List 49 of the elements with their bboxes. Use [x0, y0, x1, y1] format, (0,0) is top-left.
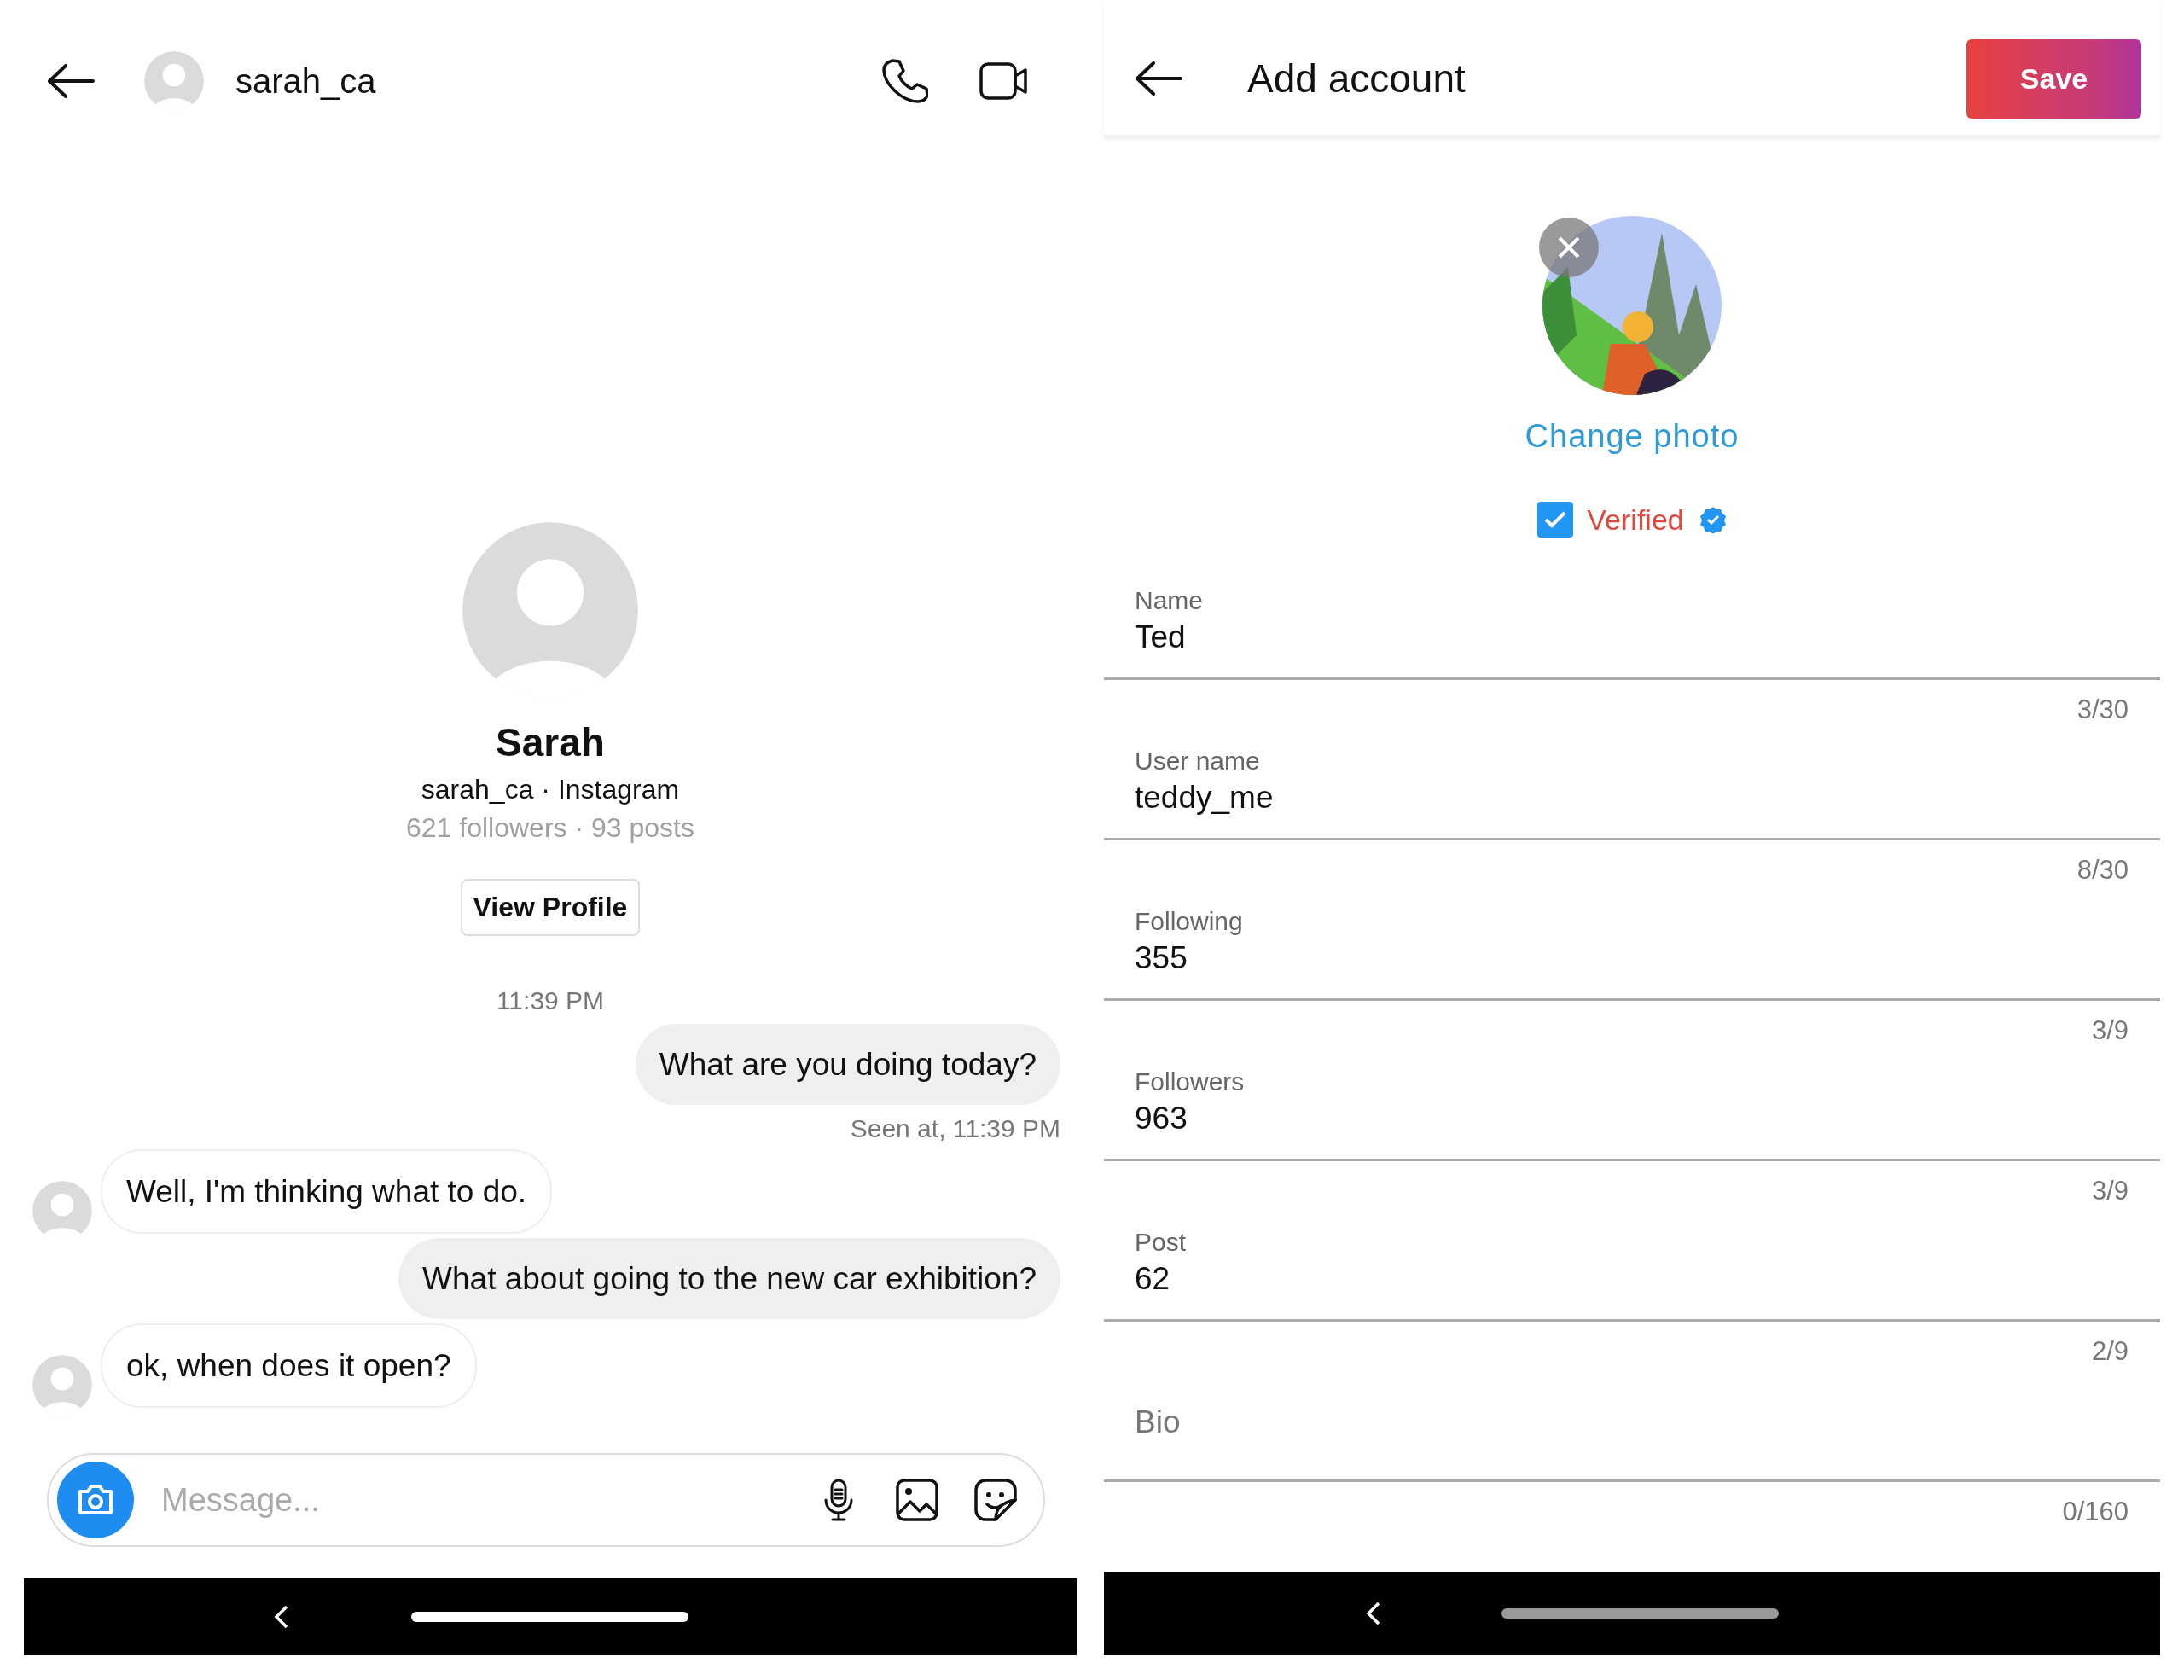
character-counter: 3/9 [2091, 1014, 2129, 1047]
sender-avatar [32, 1181, 92, 1241]
verified-label: Verified [1587, 503, 1684, 537]
back-arrow-icon[interactable] [1135, 61, 1182, 96]
character-counter: 0/160 [2062, 1496, 2129, 1528]
verified-badge-icon [1699, 506, 1727, 533]
message-timestamp: 11:39 PM [496, 985, 605, 1016]
profile-name: Sarah [496, 719, 605, 766]
profile-subtitle: sarah_ca · Instagram [421, 773, 680, 806]
chat-username[interactable]: sarah_ca [235, 61, 880, 101]
message-bubble: What about going to the new car exhibition? [398, 1238, 1060, 1319]
verified-checkbox[interactable] [1537, 502, 1574, 538]
screen-title: Add account [1247, 55, 1467, 102]
camera-icon[interactable] [57, 1462, 134, 1538]
text-field[interactable]: 355 [1104, 939, 2160, 1001]
text-field[interactable]: Ted [1104, 618, 2160, 680]
character-counter: 3/30 [2077, 694, 2129, 726]
back-chevron-icon[interactable] [273, 1604, 290, 1630]
field-label: Post [1134, 1227, 1187, 1258]
view-profile-button[interactable]: View Profile [461, 879, 640, 936]
field-label: User name [1134, 746, 1260, 776]
message-input[interactable]: Message... [160, 1480, 782, 1520]
back-chevron-icon[interactable] [1365, 1601, 1382, 1626]
home-handle[interactable] [1502, 1608, 1779, 1619]
phone-icon[interactable] [880, 57, 928, 105]
message-bubble: Well, I'm thinking what to do. [101, 1149, 553, 1234]
profile-stats: 621 followers · 93 posts [406, 811, 694, 845]
seen-status: Seen at, 11:39 PM [850, 1113, 1060, 1144]
back-arrow-icon[interactable] [47, 64, 95, 98]
field-label: Following [1134, 906, 1243, 937]
sender-avatar [32, 1355, 92, 1415]
sticker-icon[interactable] [973, 1478, 1018, 1522]
field-label: Followers [1134, 1067, 1245, 1097]
remove-photo-icon[interactable] [1539, 218, 1599, 277]
text-field[interactable]: teddy_me [1104, 778, 2160, 840]
character-counter: 3/9 [2091, 1175, 2129, 1207]
character-counter: 2/9 [2091, 1335, 2129, 1368]
message-bubble: ok, when does it open? [101, 1323, 477, 1408]
image-icon[interactable] [895, 1478, 939, 1522]
save-button[interactable]: Save [1966, 38, 2141, 119]
home-handle[interactable] [411, 1612, 688, 1622]
message-bubble: What are you doing today? [635, 1024, 1060, 1105]
character-counter: 8/30 [2077, 854, 2129, 887]
text-field[interactable]: Bio [1104, 1381, 2160, 1482]
avatar-icon [144, 51, 204, 111]
text-field[interactable]: 963 [1104, 1099, 2160, 1161]
field-label: Name [1134, 585, 1204, 616]
message-field[interactable]: Message... [47, 1453, 1045, 1547]
text-field[interactable]: 62 [1104, 1259, 2160, 1322]
